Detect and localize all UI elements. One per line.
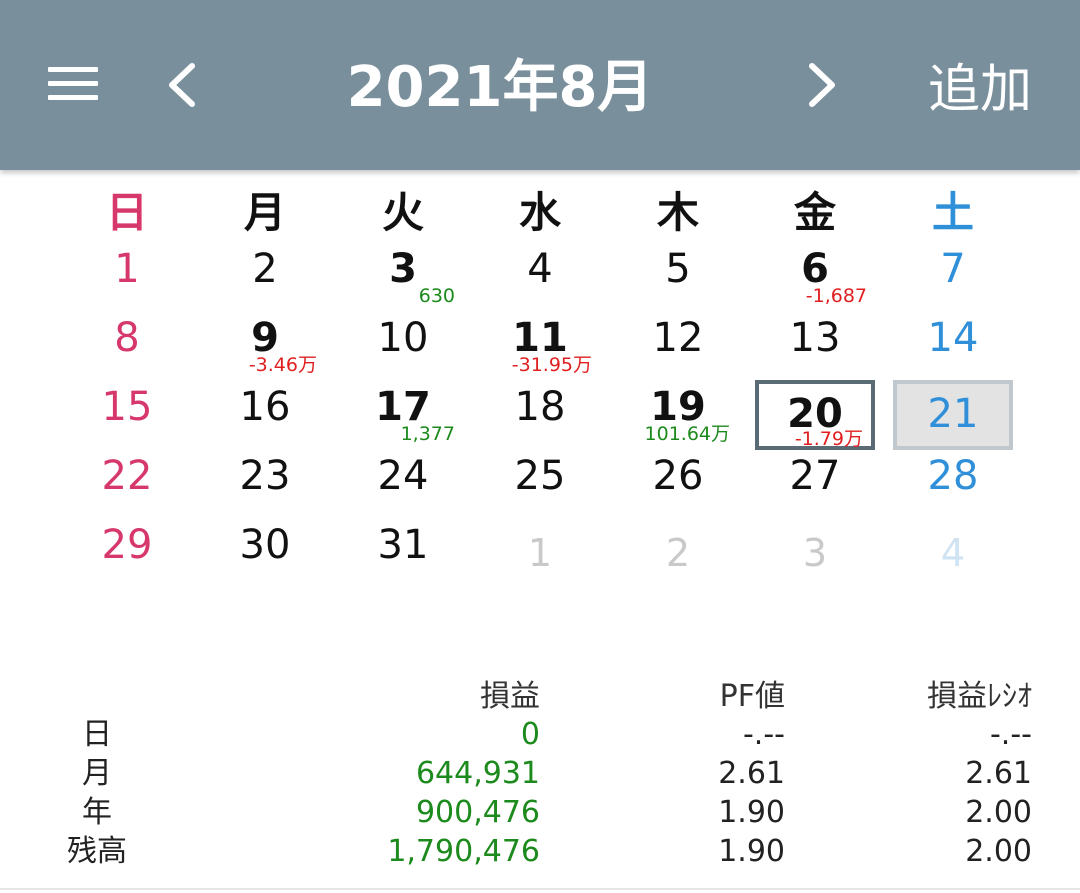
calendar-day[interactable]: 16 (205, 373, 325, 441)
day-number: 22 (101, 453, 153, 499)
day-number: 24 (377, 453, 429, 499)
day-number: 13 (789, 315, 841, 361)
day-number: 14 (927, 315, 979, 361)
calendar-day[interactable]: 13 (755, 304, 875, 372)
calendar-day[interactable]: 17 1,377 (343, 373, 463, 445)
day-number: 25 (514, 453, 566, 499)
calendar-day[interactable]: 21 (893, 380, 1013, 450)
day-number: 1 (114, 246, 140, 292)
day-number: 2 (665, 531, 691, 575)
day-number: 7 (940, 246, 966, 292)
day-number: 2 (252, 246, 278, 292)
summary-row-label: 年 (82, 795, 112, 830)
previous-month-button[interactable] (150, 50, 214, 120)
calendar-day[interactable]: 10 (343, 304, 463, 372)
calendar-day[interactable]: 24 (343, 442, 463, 510)
calendar-day[interactable]: 5 (618, 235, 738, 303)
calendar-day[interactable]: 29 (67, 511, 187, 579)
calendar-day[interactable]: 23 (205, 442, 325, 510)
day-number: 31 (377, 522, 429, 568)
day-number: 5 (665, 246, 691, 292)
summary-value-ratio: 2.61 (965, 756, 1032, 791)
calendar-day[interactable]: 27 (755, 442, 875, 510)
day-number: 29 (101, 522, 153, 568)
calendar-day[interactable]: 9 -3.46万 (205, 304, 325, 376)
calendar-day[interactable]: 2 (205, 235, 325, 303)
weekday-6: 土 (931, 188, 974, 237)
divider (0, 888, 1080, 890)
weekday-0: 日 (105, 188, 148, 237)
day-number: 21 (927, 391, 979, 437)
day-number: 18 (514, 384, 566, 430)
calendar-day[interactable]: 1 (480, 519, 600, 587)
calendar-day[interactable]: 3 (755, 519, 875, 587)
day-number: 23 (239, 453, 291, 499)
calendar-day[interactable]: 7 (893, 235, 1013, 303)
calendar-day[interactable]: 15 (67, 373, 187, 441)
summary-value-ratio: 2.00 (965, 795, 1032, 830)
month-title: 2021年8月 (346, 55, 654, 120)
day-number: 28 (927, 453, 979, 499)
chevron-left-icon (169, 63, 195, 107)
summary-value-ratio: 2.00 (965, 834, 1032, 869)
calendar-day[interactable]: 8 (67, 304, 187, 372)
day-number: 4 (940, 531, 966, 575)
calendar-day[interactable]: 31 (343, 511, 463, 579)
day-number: 16 (239, 384, 291, 430)
summary-value-ratio: -.-- (989, 717, 1032, 752)
summary-row-label: 月 (82, 756, 112, 791)
calendar-day[interactable]: 1 (67, 235, 187, 303)
day-number: 27 (789, 453, 841, 499)
weekday-4: 木 (656, 188, 699, 237)
calendar-day[interactable]: 4 (893, 519, 1013, 587)
chevron-right-icon (809, 63, 835, 107)
calendar-day[interactable]: 6 -1,687 (755, 235, 875, 307)
calendar-day[interactable]: 12 (618, 304, 738, 372)
calendar-day[interactable]: 26 (618, 442, 738, 510)
day-number: 4 (527, 246, 553, 292)
calendar-day[interactable]: 4 (480, 235, 600, 303)
calendar-day[interactable]: 2 (618, 519, 738, 587)
weekday-2: 火 (381, 188, 424, 237)
weekday-1: 月 (243, 188, 286, 237)
weekday-3: 水 (518, 188, 561, 237)
calendar-day[interactable]: 28 (893, 442, 1013, 510)
summary-row-label: 日 (82, 717, 112, 752)
day-number: 3 (802, 531, 828, 575)
calendar-day[interactable]: 3 630 (343, 235, 463, 307)
summary-row-label: 残高 (67, 834, 127, 869)
calendar-day[interactable]: 30 (205, 511, 325, 579)
day-number: 10 (377, 315, 429, 361)
day-number: 1 (527, 531, 553, 575)
day-number: 15 (101, 384, 153, 430)
summary-column-header: 損益ﾚｼｵ (927, 679, 1032, 714)
app-bar: 2021年8月 追加 (0, 0, 1080, 170)
add-button[interactable]: 追加 (915, 50, 1045, 130)
calendar-day[interactable]: 14 (893, 304, 1013, 372)
menu-button[interactable] (40, 55, 108, 113)
next-month-button[interactable] (790, 50, 854, 120)
day-number: 26 (652, 453, 704, 499)
calendar-day[interactable]: 19 101.64万 (618, 373, 738, 445)
calendar-day[interactable]: 20 -1.79万 (755, 380, 875, 450)
weekday-5: 金 (793, 188, 836, 237)
calendar-day[interactable]: 11 -31.95万 (480, 304, 600, 376)
calendar-day[interactable]: 25 (480, 442, 600, 510)
day-number: 12 (652, 315, 704, 361)
day-number: 30 (239, 522, 291, 568)
calendar-day[interactable]: 22 (67, 442, 187, 510)
calendar-day[interactable]: 18 (480, 373, 600, 441)
day-number: 8 (114, 315, 140, 361)
